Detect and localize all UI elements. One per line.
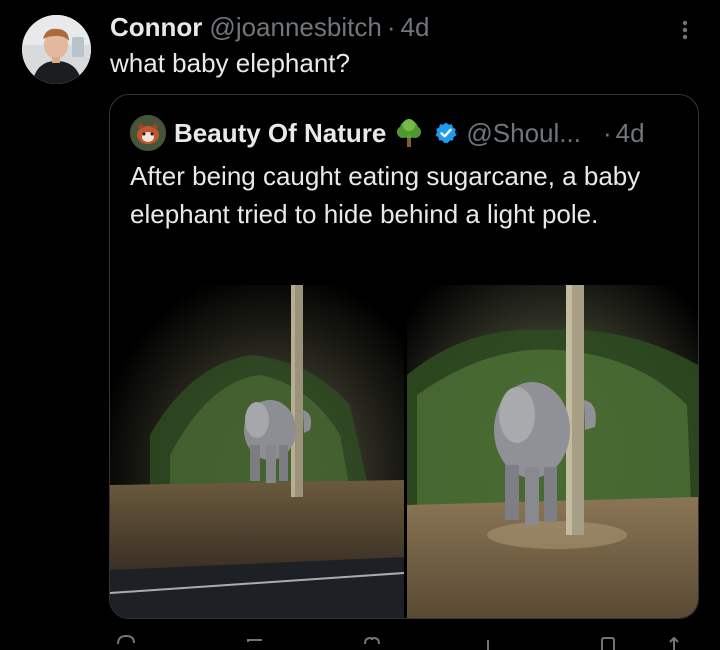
separator-dot: · xyxy=(386,11,396,42)
tweet-text: what baby elephant? xyxy=(110,48,350,78)
verified-badge-icon[interactable] xyxy=(434,121,458,145)
quoted-author-handle[interactable]: @Shoul... xyxy=(466,118,581,149)
separator-dot: · xyxy=(602,117,612,148)
media-photo-2[interactable] xyxy=(407,285,698,618)
like-icon[interactable] xyxy=(360,630,384,650)
author-name[interactable]: Connor xyxy=(110,12,202,43)
retweet-icon[interactable] xyxy=(244,630,268,650)
red-panda-avatar-icon xyxy=(130,115,166,151)
bookmark-icon[interactable] xyxy=(596,630,620,650)
tweet-timestamp[interactable]: 4d xyxy=(400,12,429,43)
tweet-header: Connor @joannesbitch · 4d xyxy=(110,10,429,44)
share-icon[interactable] xyxy=(662,630,686,650)
quoted-tweet-header: Beauty Of Nature @Shoul... · 4d xyxy=(174,113,686,153)
quoted-tweet-media xyxy=(110,285,698,618)
tweet-action-bar xyxy=(110,630,700,650)
tree-emoji-icon xyxy=(394,118,424,148)
quoted-tweet-timestamp[interactable]: 4d xyxy=(616,118,645,149)
baby-elephant-behind-pole-photo-2 xyxy=(407,285,698,618)
views-icon[interactable] xyxy=(476,630,500,650)
quoted-author-name[interactable]: Beauty Of Nature xyxy=(174,118,386,149)
quoted-author-avatar[interactable] xyxy=(130,115,166,151)
more-options-button[interactable] xyxy=(672,16,698,44)
author-avatar[interactable] xyxy=(22,15,91,84)
media-photo-1[interactable] xyxy=(110,285,404,618)
reply-icon[interactable] xyxy=(114,630,138,650)
avatar-photo xyxy=(22,15,91,84)
quoted-tweet-text: After being caught eating sugarcane, a b… xyxy=(130,161,641,229)
author-handle[interactable]: @joannesbitch xyxy=(209,12,381,43)
quoted-tweet-card[interactable]: Beauty Of Nature @Shoul... · 4d After be… xyxy=(109,94,699,619)
more-vertical-icon xyxy=(682,20,688,40)
baby-elephant-behind-pole-photo-1 xyxy=(110,285,404,618)
